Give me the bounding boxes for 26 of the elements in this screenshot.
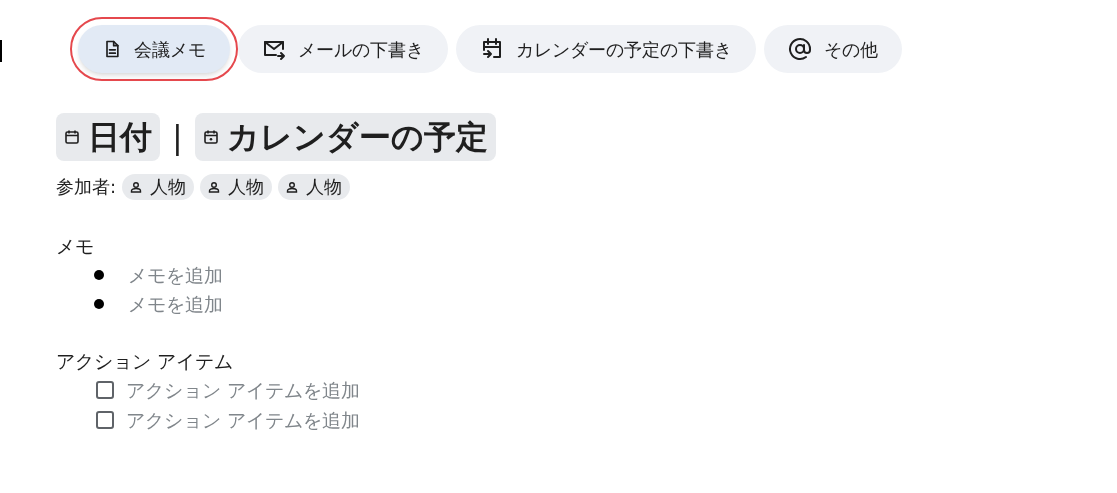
event-chip[interactable]: カレンダーの予定 bbox=[194, 113, 496, 161]
note-input[interactable]: メモを追加 bbox=[128, 289, 428, 319]
action-item-input[interactable]: アクション アイテムを追加 bbox=[126, 405, 526, 435]
calendar-icon bbox=[64, 129, 80, 145]
person-icon bbox=[286, 180, 299, 193]
actions-title: アクション アイテム bbox=[56, 348, 234, 374]
at-sign-icon bbox=[788, 37, 812, 61]
person-icon bbox=[208, 180, 221, 193]
person-chip[interactable]: 人物 bbox=[200, 173, 273, 200]
calendar-arrow-icon bbox=[480, 37, 504, 61]
checkbox[interactable] bbox=[96, 381, 114, 399]
person-icon bbox=[130, 180, 143, 193]
note-input[interactable]: メモを追加 bbox=[128, 260, 428, 290]
attendees-label: 参加者: bbox=[56, 175, 117, 199]
person-chip[interactable]: 人物 bbox=[122, 173, 195, 200]
date-chip[interactable]: 日付 bbox=[56, 113, 160, 161]
heading-separator: | bbox=[172, 117, 183, 158]
person-chip[interactable]: 人物 bbox=[278, 173, 351, 200]
checkbox[interactable] bbox=[96, 411, 114, 429]
template-chip[interactable]: メールの下書き bbox=[238, 25, 448, 73]
template-chip[interactable]: カレンダーの予定の下書き bbox=[456, 25, 756, 73]
action-item-input[interactable]: アクション アイテムを追加 bbox=[126, 375, 526, 405]
text-cursor bbox=[0, 40, 2, 62]
template-chip[interactable]: その他 bbox=[764, 25, 902, 73]
calendar-icon bbox=[202, 129, 219, 145]
notes-title: メモ bbox=[56, 234, 94, 259]
